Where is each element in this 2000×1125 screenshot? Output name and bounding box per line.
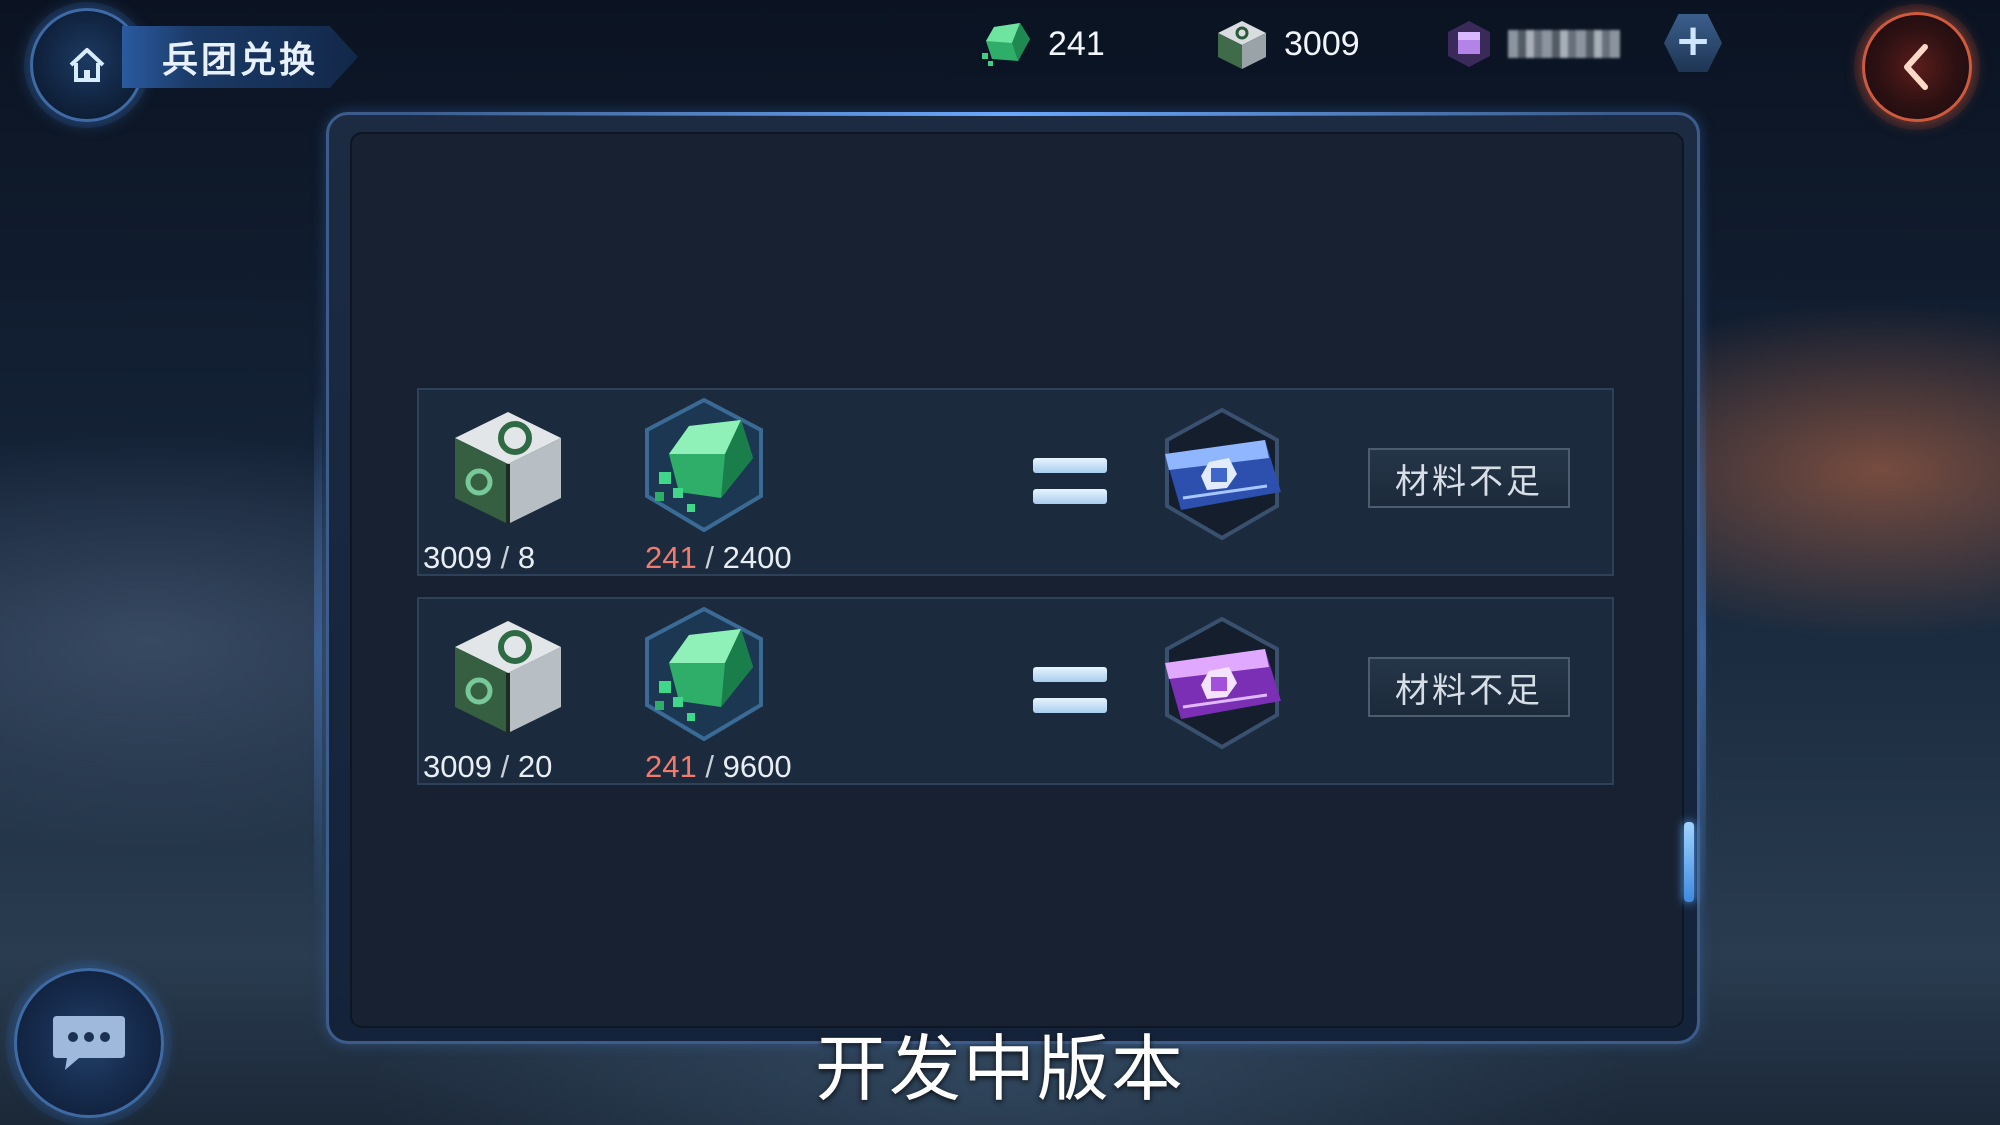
panel-side-accent [314,390,322,910]
crystal-need: 2400 [722,540,792,575]
resource-green-crystal: 241 [980,16,1105,72]
resource-purple [1446,16,1492,72]
purple-gem-icon [1448,21,1490,67]
home-icon [69,48,105,82]
crystal-have: 241 [645,540,697,575]
insufficient-materials-button[interactable]: 材料不足 [1368,657,1570,717]
crystal-count: 241 / 2400 [645,540,792,576]
green-crystal-icon [645,606,763,742]
status-label: 材料不足 [1395,461,1543,502]
equals-sign [1033,667,1107,713]
status-label: 材料不足 [1395,670,1543,711]
exchange-panel-body [350,132,1684,1028]
gray-cube-icon [455,412,561,524]
purple-card-reward-icon[interactable] [1147,615,1297,755]
green-crystal-icon [645,397,763,533]
crystal-count: 241 / 9600 [645,749,792,785]
cube-count: 3009 / 8 [423,540,535,576]
resource-gray-cube: 3009 [1214,16,1360,72]
exchange-row: 3009 / 8 241 / 2400 材料不足 [417,388,1614,576]
dev-version-watermark: 开发中版本 [814,1027,1185,1111]
plus-icon: + [1674,15,1712,66]
insufficient-materials-button[interactable]: 材料不足 [1368,448,1570,508]
count-separator: / [500,540,510,575]
chevron-left-icon [1904,44,1928,90]
page-title: 兵团兑换 [162,40,319,81]
gray-cube-icon [455,621,561,733]
cube-have: 3009 [423,749,492,784]
count-separator: / [705,540,714,575]
scroll-indicator[interactable] [1684,822,1694,902]
count-separator: / [500,749,510,784]
cube-count: 3009 / 20 [423,749,552,785]
green-crystal-icon [982,23,1030,66]
crystal-have: 241 [645,749,697,784]
gray-cube-icon [1218,21,1266,69]
blue-card-reward-icon[interactable] [1147,406,1297,546]
gray-cube-amount: 3009 [1284,24,1360,63]
cube-need: 20 [517,749,553,784]
cube-have: 3009 [423,540,492,575]
equals-sign [1033,458,1107,504]
back-button[interactable] [1862,12,1972,122]
green-crystal-amount: 241 [1048,24,1105,63]
count-separator: / [705,749,714,784]
purple-amount-blurred [1508,30,1620,58]
panel-glow [410,112,1610,116]
exchange-row: 3009 / 20 241 / 9600 材料不足 [417,597,1614,785]
cube-need: 8 [517,540,536,575]
crystal-need: 9600 [722,749,792,784]
title-plate: 兵团兑换 [122,26,358,88]
